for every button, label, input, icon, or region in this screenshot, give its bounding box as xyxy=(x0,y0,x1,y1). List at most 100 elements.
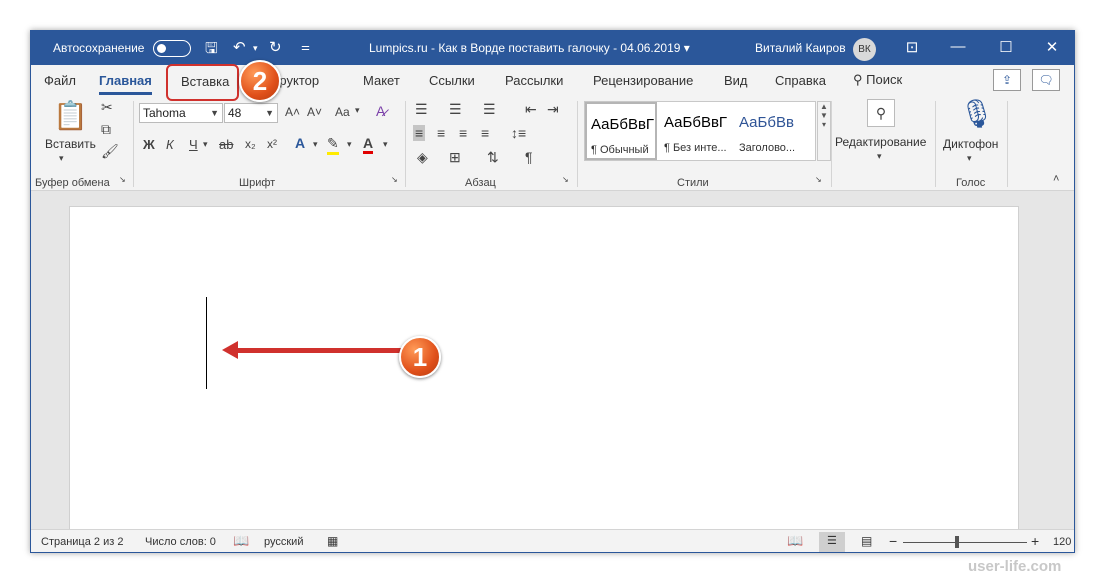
underline-button[interactable]: Ч xyxy=(189,137,198,152)
paragraph-launcher-icon[interactable]: ↘ xyxy=(562,175,569,184)
print-layout-icon[interactable]: ☰ xyxy=(819,532,845,552)
clipboard-launcher-icon[interactable]: ↘ xyxy=(119,175,126,184)
clipboard-group-label: Буфер обмена xyxy=(35,177,110,189)
sort-icon[interactable]: ⇅ xyxy=(487,149,499,166)
tab-mailings[interactable]: Рассылки xyxy=(505,73,563,88)
font-launcher-icon[interactable]: ↘ xyxy=(391,175,398,184)
font-color-icon[interactable]: A xyxy=(363,135,374,154)
share-button[interactable]: ⇪ xyxy=(993,69,1021,91)
styles-launcher-icon[interactable]: ↘ xyxy=(815,175,822,184)
multilevel-list-icon[interactable]: ☰ xyxy=(483,101,496,118)
cut-icon[interactable]: ✂ xyxy=(101,99,113,116)
subscript-button[interactable]: x₂ xyxy=(245,137,256,151)
zoom-in-button[interactable]: + xyxy=(1031,533,1039,549)
chevron-down-icon[interactable]: ▾ xyxy=(347,139,352,150)
tab-home[interactable]: Главная xyxy=(99,73,152,95)
proofing-icon[interactable]: 📖 xyxy=(233,533,249,549)
undo-icon[interactable]: ↶ xyxy=(233,38,246,56)
bullets-icon[interactable]: ☰ xyxy=(415,101,428,118)
editing-button[interactable]: Редактирование xyxy=(835,135,926,149)
styles-scroll[interactable]: ▲ ▼ ▾ xyxy=(817,101,831,161)
save-icon[interactable]: 🖫 xyxy=(205,38,218,63)
tab-references[interactable]: Ссылки xyxy=(429,73,475,88)
zoom-out-button[interactable]: − xyxy=(889,533,897,549)
decrease-indent-icon[interactable]: ⇤ xyxy=(525,101,537,118)
style-heading[interactable]: АаБбВв Заголово... xyxy=(735,102,807,160)
numbering-icon[interactable]: ☰ xyxy=(449,101,462,118)
format-painter-icon[interactable]: 🖌 xyxy=(101,143,119,160)
paste-icon[interactable]: 📋 xyxy=(53,99,88,132)
align-left-icon[interactable]: ≡ xyxy=(413,125,426,141)
find-icon[interactable]: ⚲ xyxy=(867,99,895,127)
autosave-toggle[interactable] xyxy=(153,40,191,57)
align-center-icon[interactable]: ≡ xyxy=(437,125,445,141)
copy-icon[interactable]: ⧉ xyxy=(101,121,111,138)
scroll-down-icon[interactable]: ▼ xyxy=(818,111,830,120)
tab-insert[interactable]: Вставка xyxy=(181,74,229,89)
user-name[interactable]: Виталий Каиров xyxy=(755,41,846,55)
text-effects-icon[interactable]: A xyxy=(295,135,305,151)
font-size-combo[interactable]: 48 ▼ xyxy=(224,103,278,123)
read-mode-icon[interactable]: 📖 xyxy=(787,533,803,549)
document-page[interactable] xyxy=(69,206,1019,536)
language[interactable]: русский xyxy=(264,536,303,548)
strikethrough-button[interactable]: ab xyxy=(219,137,233,152)
web-layout-icon[interactable]: ▤ xyxy=(861,534,872,548)
redo-icon[interactable]: ↻ xyxy=(269,38,282,56)
style-no-spacing[interactable]: АаБбВвГ ¶ Без инте... xyxy=(660,102,732,160)
separator xyxy=(1007,101,1008,187)
dictate-button[interactable]: Диктофон xyxy=(943,137,998,151)
avatar[interactable]: ВК xyxy=(853,38,876,61)
justify-icon[interactable]: ≡ xyxy=(481,125,489,141)
more-styles-icon[interactable]: ▾ xyxy=(818,120,830,129)
maximize-icon[interactable]: ☐ xyxy=(991,38,1021,56)
document-area xyxy=(31,192,1074,536)
track-changes-icon[interactable]: ▦ xyxy=(327,534,338,548)
show-marks-button[interactable]: ¶ xyxy=(525,149,533,165)
scroll-up-icon[interactable]: ▲ xyxy=(818,102,830,111)
tell-me-search[interactable]: ⚲ Поиск xyxy=(853,72,902,88)
chevron-down-icon[interactable]: ▾ xyxy=(313,139,318,150)
chevron-down-icon[interactable]: ▾ xyxy=(383,139,388,150)
chevron-down-icon[interactable]: ▾ xyxy=(967,153,972,164)
italic-button[interactable]: К xyxy=(166,137,174,152)
chevron-down-icon[interactable]: ▾ xyxy=(877,151,882,162)
shrink-font-button[interactable]: A˅ xyxy=(307,105,322,119)
highlight-icon[interactable]: ✎ xyxy=(327,135,339,155)
zoom-level[interactable]: 120 % xyxy=(1053,536,1074,548)
minimize-icon[interactable]: — xyxy=(943,38,973,55)
grow-font-button[interactable]: A˄ xyxy=(285,105,300,119)
insert-tab-highlight[interactable]: Вставка xyxy=(166,64,239,101)
chevron-down-icon[interactable]: ▾ xyxy=(355,105,360,116)
paste-label[interactable]: Вставить xyxy=(45,137,96,151)
zoom-slider-thumb[interactable] xyxy=(955,536,959,548)
superscript-button[interactable]: x² xyxy=(267,137,277,151)
clear-formatting-icon[interactable]: A̷ xyxy=(376,103,385,119)
align-right-icon[interactable]: ≡ xyxy=(459,125,467,141)
style-normal[interactable]: АаБбВвГ ¶ Обычный xyxy=(585,102,657,160)
change-case-button[interactable]: Aa xyxy=(335,105,350,119)
tab-view[interactable]: Вид xyxy=(724,73,748,88)
microphone-icon[interactable]: 🎙 xyxy=(959,97,995,130)
comments-button[interactable]: 🗨 xyxy=(1032,69,1060,91)
increase-indent-icon[interactable]: ⇥ xyxy=(547,101,559,118)
shading-icon[interactable]: ◈ xyxy=(417,149,428,166)
line-spacing-icon[interactable]: ↕≡ xyxy=(511,125,526,141)
close-icon[interactable]: ✕ xyxy=(1037,38,1067,56)
ribbon-display-icon[interactable]: ⊡ xyxy=(897,38,927,56)
paste-dropdown-icon[interactable]: ▾ xyxy=(59,153,64,164)
font-name-combo[interactable]: Tahoma ▼ xyxy=(139,103,223,123)
customize-qat-icon[interactable]: ⚌ xyxy=(301,42,310,53)
bold-button[interactable]: Ж xyxy=(143,137,155,152)
zoom-slider[interactable] xyxy=(903,542,1027,543)
collapse-ribbon-icon[interactable]: ˄ xyxy=(1053,173,1059,185)
borders-icon[interactable]: ⊞ xyxy=(449,149,461,166)
tab-file[interactable]: Файл xyxy=(44,73,76,88)
word-count[interactable]: Число слов: 0 xyxy=(145,536,216,548)
chevron-down-icon[interactable]: ▾ xyxy=(203,139,208,150)
tab-review[interactable]: Рецензирование xyxy=(593,73,693,88)
undo-dropdown-icon[interactable]: ▾ xyxy=(253,43,258,54)
tab-layout[interactable]: Макет xyxy=(363,73,400,88)
page-count[interactable]: Страница 2 из 2 xyxy=(41,536,123,548)
tab-help[interactable]: Справка xyxy=(775,73,826,88)
